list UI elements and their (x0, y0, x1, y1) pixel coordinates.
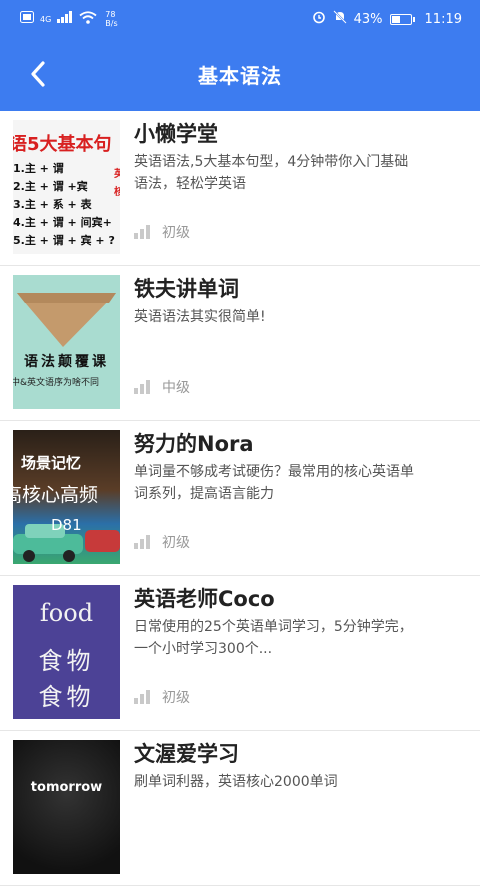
course-list: 语5大基本句 1.主 + 谓 2.主 + 谓 +宾 3.主 + 系 + 表 4.… (0, 111, 480, 886)
page-title: 基本语法 (198, 64, 282, 88)
course-info: 努力的Nora 单词量不够成考试硬伤？最常用的核心英语单词系列，提高语言能力 初… (134, 429, 466, 567)
net-speed: 78 B/s (105, 10, 117, 28)
course-level: 初级 (134, 687, 190, 707)
course-description: 英语语法,5大基本句型，4分钟带你入门基础语法，轻松学英语 (134, 154, 409, 192)
thumb-text-a: 场景记忆 (21, 454, 82, 472)
status-right: 43% 11:19 (312, 10, 462, 28)
course-thumbnail: 语法颠覆课 中&英文语序为啥不同 (13, 275, 120, 409)
thumb-title: 语5大基本句 (13, 134, 112, 155)
status-bar: 4G 78 B/s 43% 11:19 (0, 0, 480, 38)
course-description: 刷单词利器，英语核心2000单词 (134, 774, 338, 790)
alarm-icon (312, 10, 326, 28)
wifi-icon (79, 10, 97, 28)
course-author: 铁夫讲单词 (134, 277, 239, 301)
thumb-red-line: 核 (114, 187, 120, 198)
level-label: 初级 (162, 225, 190, 241)
course-thumbnail: 场景记忆 高核心高频 D81 (13, 430, 120, 564)
clock: 11:19 (424, 11, 462, 27)
thumb-lines: 1.主 + 谓 2.主 + 谓 +宾 3.主 + 系 + 表 4.主 + 谓 +… (13, 160, 115, 250)
list-item[interactable]: food 食物 食物 英语老师Coco 日常使用的25个英语单词学习，5分钟学完… (0, 576, 480, 731)
course-info: 英语老师Coco 日常使用的25个英语单词学习，5分钟学完，一个小时学习300个… (134, 584, 466, 722)
thumb-line: 1.主 + 谓 (13, 162, 64, 175)
signal-label: 4G (40, 14, 52, 24)
list-item[interactable]: tomorrow 文渥爱学习 刷单词利器，英语核心2000单词 (0, 731, 480, 886)
course-thumbnail: 语5大基本句 1.主 + 谓 2.主 + 谓 +宾 3.主 + 系 + 表 4.… (13, 120, 120, 254)
sim-icon (20, 11, 34, 27)
net-speed-unit: B/s (105, 19, 118, 28)
thumb-line: 2.主 + 谓 +宾 (13, 180, 88, 193)
thumb-text-c: 食物 (38, 683, 95, 711)
thumb-text-c: D81 (51, 516, 82, 534)
level-bars-icon (134, 690, 150, 704)
thumb-text-a: food (39, 599, 94, 627)
course-level: 中级 (134, 377, 190, 397)
level-label: 初级 (162, 690, 190, 706)
course-description: 日常使用的25个英语单词学习，5分钟学完，一个小时学习300个... (134, 619, 413, 657)
course-level: 初级 (134, 222, 190, 242)
course-thumbnail: tomorrow (13, 740, 120, 874)
level-bars-icon (134, 380, 150, 394)
thumb-red-text: 英 核 (114, 166, 120, 202)
status-left: 4G 78 B/s (20, 10, 118, 28)
course-level: 初级 (134, 532, 190, 552)
net-speed-value: 78 (105, 10, 116, 19)
course-thumbnail: food 食物 食物 (13, 585, 120, 719)
course-description: 英语语法其实很简单! (134, 309, 266, 325)
level-bars-icon (134, 225, 150, 239)
course-info: 铁夫讲单词 英语语法其实很简单! 中级 (134, 274, 466, 412)
battery-percent: 43% (353, 11, 383, 27)
course-info: 小懒学堂 英语语法,5大基本句型，4分钟带你入门基础语法，轻松学英语 初级 (134, 119, 466, 257)
battery-icon (389, 13, 415, 25)
course-author: 努力的Nora (134, 432, 254, 456)
course-author: 文渥爱学习 (134, 742, 239, 766)
pyramid-graphic (17, 293, 116, 347)
list-item[interactable]: 语法颠覆课 中&英文语序为啥不同 铁夫讲单词 英语语法其实很简单! 中级 (0, 266, 480, 421)
course-author: 小懒学堂 (134, 122, 218, 146)
thumb-text-b: 食物 (38, 647, 95, 675)
thumb-text-b: 高核心高频 (13, 484, 99, 506)
course-info: 文渥爱学习 刷单词利器，英语核心2000单词 (134, 739, 466, 877)
thumb-subtext: 中&英文语序为啥不同 (13, 378, 100, 388)
app-header: 基本语法 (0, 38, 480, 111)
chevron-left-icon (28, 60, 48, 92)
thumb-line: 4.主 + 谓 + 间宾+ (13, 216, 112, 229)
list-item[interactable]: 场景记忆 高核心高频 D81 努力的Nora 单词量不够成考试硬伤？最常用的核心… (0, 421, 480, 576)
thumb-text-a: tomorrow (30, 780, 103, 795)
course-description: 单词量不够成考试硬伤？最常用的核心英语单词系列，提高语言能力 (134, 464, 414, 502)
thumb-text: 语法颠覆课 (24, 354, 109, 370)
mute-icon (332, 10, 347, 28)
signal-icon (57, 11, 73, 27)
level-label: 初级 (162, 535, 190, 551)
thumb-line: 3.主 + 系 + 表 (13, 198, 92, 211)
course-author: 英语老师Coco (134, 587, 275, 611)
back-button[interactable] (18, 56, 58, 96)
level-bars-icon (134, 535, 150, 549)
thumb-line: 5.主 + 谓 + 宾 + ? (13, 234, 115, 247)
thumb-red-line: 英 (114, 169, 120, 180)
list-item[interactable]: 语5大基本句 1.主 + 谓 2.主 + 谓 +宾 3.主 + 系 + 表 4.… (0, 111, 480, 266)
level-label: 中级 (162, 380, 190, 396)
